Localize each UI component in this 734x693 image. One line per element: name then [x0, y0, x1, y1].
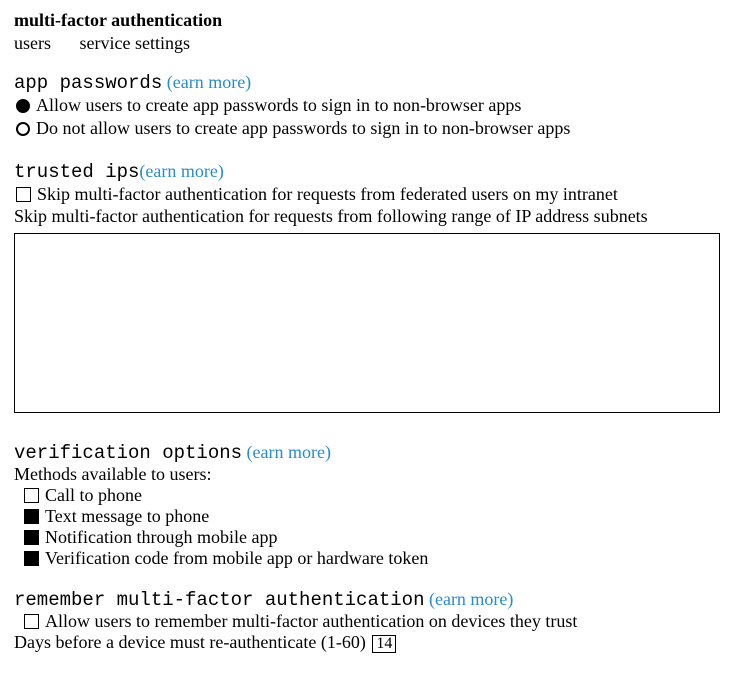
checkbox-allow-remember-label: Allow users to remember multi-factor aut… [45, 611, 577, 632]
checkbox-skip-federated[interactable] [16, 187, 31, 202]
days-before-reauth-label: Days before a device must re-authenticat… [14, 632, 366, 652]
checkbox-call-to-phone[interactable] [24, 488, 39, 503]
trusted-ips-header: trusted ips [14, 161, 139, 183]
remember-mfa-learn-more-link[interactable]: (earn more) [429, 589, 513, 609]
skip-ip-range-label: Skip multi-factor authentication for req… [14, 206, 720, 227]
section-app-passwords: app passwords (earn more) Allow users to… [14, 72, 720, 141]
app-passwords-learn-more-link[interactable]: (earn more) [167, 72, 251, 92]
radio-deny-app-passwords-label: Do not allow users to create app passwor… [36, 117, 570, 140]
checkbox-skip-federated-label: Skip multi-factor authentication for req… [37, 183, 618, 206]
section-trusted-ips: trusted ips(earn more) Skip multi-factor… [14, 161, 720, 422]
methods-available-label: Methods available to users: [14, 464, 720, 485]
checkbox-notification-app-label: Notification through mobile app [45, 527, 277, 548]
section-verification-options: verification options (earn more) Methods… [14, 442, 720, 569]
tab-users[interactable]: users [14, 33, 51, 53]
verification-options-learn-more-link[interactable]: (earn more) [247, 442, 331, 462]
verification-options-header: verification options [14, 442, 242, 464]
radio-deny-app-passwords[interactable] [16, 122, 30, 136]
checkbox-notification-app[interactable] [24, 530, 39, 545]
trusted-ips-learn-more-link[interactable]: (earn more) [139, 161, 223, 181]
tab-service-settings[interactable]: service settings [80, 33, 190, 53]
checkbox-verification-code[interactable] [24, 551, 39, 566]
remember-mfa-header: remember multi-factor authentication [14, 589, 424, 611]
radio-allow-app-passwords-label: Allow users to create app passwords to s… [36, 94, 521, 117]
days-input[interactable] [372, 635, 396, 653]
radio-allow-app-passwords[interactable] [16, 99, 30, 113]
app-passwords-header: app passwords [14, 72, 162, 94]
checkbox-call-to-phone-label: Call to phone [45, 485, 142, 506]
checkbox-verification-code-label: Verification code from mobile app or har… [45, 548, 428, 569]
tabs: users service settings [14, 33, 720, 54]
page-title: multi-factor authentication [14, 10, 720, 31]
section-remember-mfa: remember multi-factor authentication (ea… [14, 589, 720, 653]
ip-subnets-textarea[interactable] [14, 233, 720, 413]
checkbox-allow-remember[interactable] [24, 614, 39, 629]
checkbox-text-message[interactable] [24, 509, 39, 524]
checkbox-text-message-label: Text message to phone [45, 506, 209, 527]
